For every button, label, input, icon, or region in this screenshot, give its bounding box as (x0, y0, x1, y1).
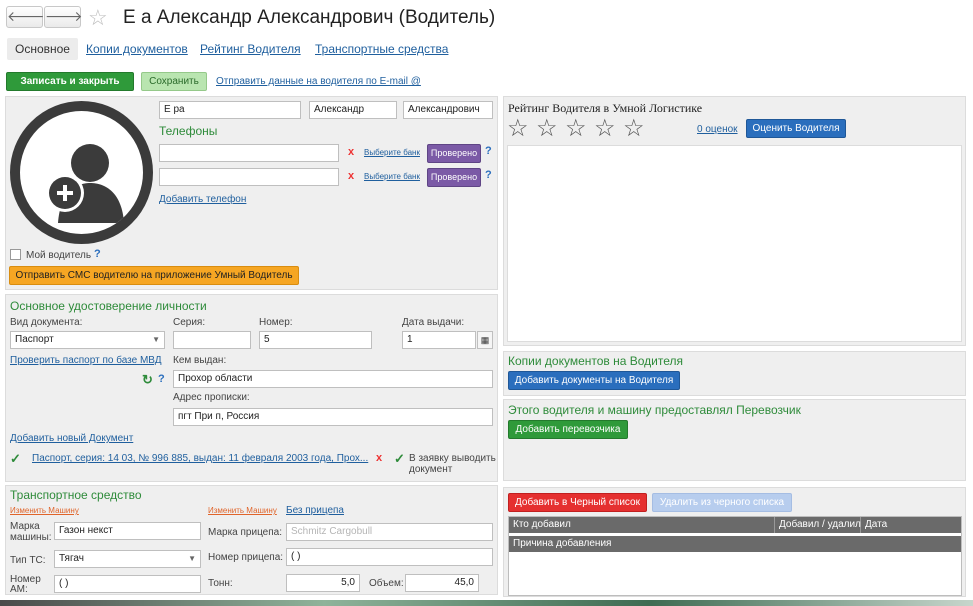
remove-phone-1-icon[interactable]: x (348, 146, 354, 158)
trailer-brand-field[interactable]: Schmitz Cargobull (286, 523, 493, 541)
select-bank-link-2[interactable]: Выберите банк (364, 172, 420, 181)
remove-phone-2-icon[interactable]: x (348, 170, 354, 182)
document-link[interactable]: Паспорт, серия: 14 03, № 996 885, выдан:… (32, 453, 368, 464)
phones-title: Телефоны (159, 124, 218, 138)
my-driver-checkbox[interactable] (10, 249, 21, 260)
forward-button[interactable]: 🡒 (44, 6, 83, 28)
column-header-reason[interactable]: Причина добавления (509, 536, 961, 552)
issue-date-field[interactable]: 1 (402, 331, 476, 349)
refresh-icon[interactable]: ↻ (142, 372, 153, 388)
forward-arrow-icon: 🡒 (45, 8, 83, 24)
tons-label: Тонн: (208, 578, 233, 589)
document-checkbox[interactable]: ✓ (10, 451, 21, 467)
number-label: Номер: (259, 317, 293, 328)
issued-by-label: Кем выдан: (173, 355, 227, 366)
phone-verified-badge-2[interactable]: Проверено (427, 168, 481, 187)
doc-type-select[interactable]: Паспорт ▼ (10, 331, 165, 349)
page-title: Е а Александр Александрович (Водитель) (123, 7, 496, 28)
rating-star-5-icon[interactable]: ☆ (623, 117, 645, 141)
rating-star-1-icon[interactable]: ☆ (507, 117, 529, 141)
tab-document-copies[interactable]: Копии документов (86, 42, 188, 56)
volume-label: Объем: (369, 578, 404, 589)
back-arrow-icon: 🡐 (7, 8, 45, 24)
help-icon[interactable]: ? (158, 373, 165, 385)
save-and-close-button[interactable]: Записать и закрыть (6, 72, 134, 91)
rating-star-3-icon[interactable]: ☆ (565, 117, 587, 141)
phone-field-2[interactable] (159, 168, 339, 186)
tab-main[interactable]: Основное (7, 38, 78, 60)
calendar-icon[interactable]: ▦ (477, 331, 493, 349)
reviews-count-link[interactable]: 0 оценок (697, 124, 738, 135)
issued-by-field[interactable]: Прохор области (173, 370, 493, 388)
car-number-field[interactable]: ( ) (54, 575, 201, 593)
rate-driver-button[interactable]: Оценить Водителя (746, 119, 846, 138)
column-header-added-by[interactable]: Кто добавил (509, 517, 775, 533)
help-icon[interactable]: ? (94, 248, 101, 260)
address-label: Адрес прописки: (173, 392, 250, 403)
my-driver-label: Мой водитель (26, 250, 92, 261)
show-in-request-checkbox[interactable]: ✓ (394, 451, 405, 467)
show-in-request-label: В заявку выводить документ (409, 453, 496, 475)
bottom-edge (0, 600, 973, 606)
save-button[interactable]: Сохранить (141, 72, 207, 91)
avatar[interactable] (10, 101, 153, 244)
first-name-field[interactable]: Александр (309, 101, 397, 119)
column-header-date[interactable]: Дата (861, 517, 961, 533)
doc-type-label: Вид документа: (10, 317, 83, 328)
copies-title: Копии документов на Водителя (508, 354, 684, 368)
select-bank-link-1[interactable]: Выберите банк (364, 148, 420, 157)
identity-title: Основное удостоверение личности (10, 299, 207, 313)
phone-verified-badge-1[interactable]: Проверено (427, 144, 481, 163)
rating-title: Рейтинг Водителя в Умной Логистике (508, 101, 703, 115)
tons-field[interactable]: 5,0 (286, 574, 360, 592)
add-phone-link[interactable]: Добавить телефон (159, 194, 246, 205)
add-document-link[interactable]: Добавить новый Документ (10, 433, 133, 444)
rating-content-area (507, 145, 962, 342)
remove-document-icon[interactable]: x (376, 452, 382, 464)
car-brand-label: Марка машины: (10, 521, 52, 543)
car-number-label: Номер АМ: (10, 574, 41, 595)
help-icon[interactable]: ? (485, 145, 492, 157)
change-trailer-link[interactable]: Изменить Машину (208, 506, 277, 515)
middle-name-field[interactable]: Александрович (403, 101, 493, 119)
carrier-title: Этого водителя и машину предоставлял Пер… (508, 403, 801, 417)
address-field[interactable]: пгт При п, Россия (173, 408, 493, 426)
car-brand-field[interactable]: Газон некст (54, 522, 201, 540)
trailer-brand-label: Марка прицепа: (208, 527, 282, 538)
last-name-field[interactable]: Е ра (159, 101, 301, 119)
remove-from-blacklist-button[interactable]: Удалить из черного списка (652, 493, 792, 512)
issue-date-label: Дата выдачи: (402, 317, 465, 328)
series-label: Серия: (173, 317, 206, 328)
ts-type-select[interactable]: Тягач ▼ (54, 550, 201, 568)
rating-star-2-icon[interactable]: ☆ (536, 117, 558, 141)
trailer-number-label: Номер прицепа: (208, 552, 284, 563)
column-header-added-removed[interactable]: Добавил / удалил (775, 517, 861, 533)
volume-field[interactable]: 45,0 (405, 574, 479, 592)
tab-driver-rating[interactable]: Рейтинг Водителя (200, 42, 301, 56)
favorite-star-icon[interactable]: ☆ (88, 5, 108, 31)
vehicle-title: Транспортное средство (10, 488, 142, 502)
series-field[interactable] (173, 331, 251, 349)
trailer-number-field[interactable]: ( ) (286, 548, 493, 566)
add-carrier-button[interactable]: Добавить перевозчика (508, 420, 628, 439)
change-car-link[interactable]: Изменить Машину (10, 506, 79, 515)
ts-type-label: Тип ТС: (10, 555, 46, 566)
ts-type-value: Тягач (59, 553, 84, 564)
rating-star-4-icon[interactable]: ☆ (594, 117, 616, 141)
no-trailer-link[interactable]: Без прицепа (286, 505, 344, 516)
phone-field-1[interactable] (159, 144, 339, 162)
check-passport-link[interactable]: Проверить паспорт по базе МВД (10, 355, 162, 366)
chevron-down-icon: ▼ (152, 335, 160, 344)
add-documents-button[interactable]: Добавить документы на Водителя (508, 371, 680, 390)
add-user-icon (46, 144, 124, 223)
send-sms-button[interactable]: Отправить СМС водителю на приложение Умн… (9, 266, 299, 285)
back-button[interactable]: 🡐 (6, 6, 45, 28)
add-to-blacklist-button[interactable]: Добавить в Черный список (508, 493, 647, 512)
number-field[interactable]: 5 (259, 331, 372, 349)
tab-vehicles[interactable]: Транспортные средства (315, 42, 448, 56)
doc-type-value: Паспорт (15, 334, 54, 345)
send-email-link[interactable]: Отправить данные на водителя по E-mail @ (216, 76, 421, 87)
help-icon[interactable]: ? (485, 169, 492, 181)
chevron-down-icon: ▼ (188, 554, 196, 563)
